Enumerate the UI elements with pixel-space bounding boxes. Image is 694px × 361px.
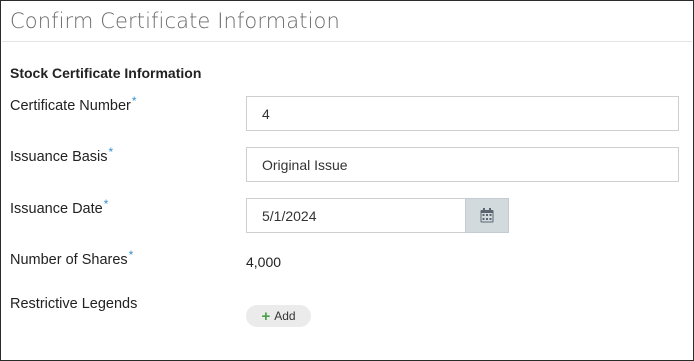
certificate-number-input[interactable] — [246, 96, 679, 131]
issuance-basis-label-text: Issuance Basis — [10, 149, 108, 165]
add-restrictive-legend-button[interactable]: + Add — [246, 305, 311, 327]
issuance-date-label-text: Issuance Date — [10, 201, 103, 217]
number-of-shares-label-text: Number of Shares — [10, 252, 128, 268]
required-marker: * — [108, 145, 114, 159]
calendar-button[interactable] — [465, 198, 509, 233]
restrictive-legends-label-text: Restrictive Legends — [10, 296, 138, 312]
calendar-icon — [480, 208, 494, 223]
title-bar: Confirm Certificate Information — [2, 2, 692, 42]
confirm-certificate-panel: Confirm Certificate Information Stock Ce… — [0, 0, 694, 361]
number-of-shares-label: Number of Shares* — [10, 248, 133, 268]
issuance-date-label: Issuance Date* — [10, 197, 108, 217]
required-marker: * — [103, 197, 109, 211]
certificate-number-label: Certificate Number* — [10, 94, 137, 114]
required-marker: * — [128, 248, 134, 262]
issuance-date-input[interactable] — [246, 198, 466, 233]
restrictive-legends-label: Restrictive Legends — [10, 296, 137, 312]
issuance-basis-input[interactable] — [246, 147, 679, 182]
number-of-shares-value: 4,000 — [246, 254, 282, 270]
page-title: Confirm Certificate Information — [10, 9, 340, 33]
section-heading: Stock Certificate Information — [10, 65, 202, 81]
plus-icon: + — [261, 307, 271, 325]
required-marker: * — [131, 94, 137, 108]
issuance-date-picker — [246, 198, 509, 233]
add-button-label: Add — [274, 309, 296, 323]
issuance-basis-label: Issuance Basis* — [10, 145, 113, 165]
certificate-number-label-text: Certificate Number — [10, 98, 131, 114]
